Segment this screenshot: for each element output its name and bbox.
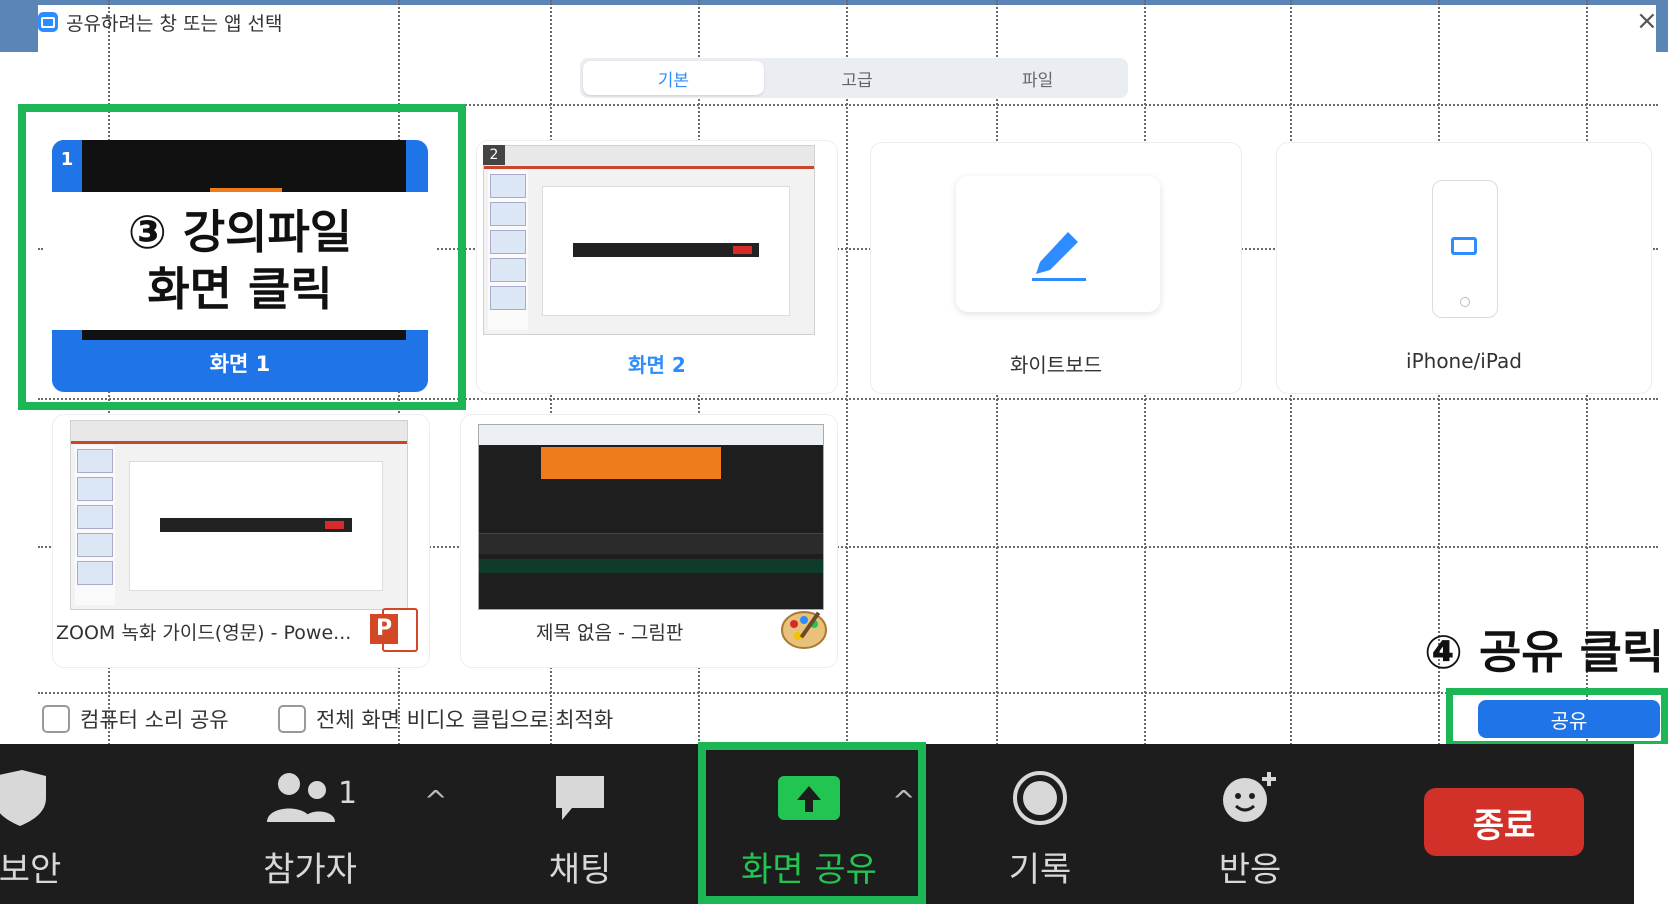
shield-icon xyxy=(0,770,60,826)
phone-preview xyxy=(1432,180,1498,318)
window-frame-top xyxy=(38,0,1668,5)
screen-number-badge: 2 xyxy=(483,145,505,165)
share-sound-checkbox[interactable] xyxy=(42,705,70,733)
optimize-video-checkbox[interactable] xyxy=(278,705,306,733)
share-sound-option[interactable]: 컴퓨터 소리 공유 xyxy=(42,704,229,734)
chat-label: 채팅 xyxy=(548,850,612,890)
powerpoint-label: ZOOM 녹화 가이드(영문) - Powe... xyxy=(56,622,352,644)
optimize-video-option[interactable]: 전체 화면 비디오 클립으로 최적화 xyxy=(278,704,613,734)
step-3-line-2: 화면 클릭 xyxy=(147,262,333,316)
tab-bar: 기본 고급 파일 xyxy=(580,58,1128,98)
pen-icon xyxy=(1032,232,1086,281)
share-button[interactable]: 공유 xyxy=(1478,700,1660,738)
palette-icon xyxy=(778,606,828,652)
security-button[interactable]: 보안 xyxy=(0,744,62,904)
end-meeting-button[interactable]: 종료 xyxy=(1424,788,1584,856)
chat-bubble-icon xyxy=(550,770,610,826)
title-bar: 공유하려는 창 또는 앱 선택 xyxy=(38,5,282,39)
window-frame-left xyxy=(0,0,38,52)
optimize-video-label: 전체 화면 비디오 클립으로 최적화 xyxy=(316,708,614,732)
reactions-label: 반응 xyxy=(1218,850,1282,890)
step-4-callout: ④ 공유 클릭 xyxy=(1424,625,1665,679)
zoom-icon xyxy=(38,12,58,32)
record-icon xyxy=(1010,770,1070,826)
whiteboard-label: 화이트보드 xyxy=(1010,353,1102,377)
close-icon[interactable]: × xyxy=(1636,6,1658,36)
paint-label: 제목 없음 - 그림판 xyxy=(536,622,684,644)
participants-caret-icon[interactable]: ^ xyxy=(424,784,447,817)
iphone-ipad-label: iPhone/iPad xyxy=(1406,349,1522,373)
step-3-callout: ③ 강의파일 화면 클릭 xyxy=(44,192,436,330)
tab-basic[interactable]: 기본 xyxy=(583,61,764,95)
source-card-screen-2[interactable]: 2 화면 2 xyxy=(476,140,838,394)
whiteboard-preview xyxy=(956,176,1160,312)
window-frame-right xyxy=(1656,0,1668,52)
reactions-icon xyxy=(1215,770,1285,826)
reactions-button[interactable]: 반응 xyxy=(1190,744,1310,904)
tab-advanced[interactable]: 고급 xyxy=(767,58,948,98)
chat-button[interactable]: 채팅 xyxy=(520,744,640,904)
tab-files[interactable]: 파일 xyxy=(947,58,1128,98)
participants-button[interactable]: 참가자 xyxy=(240,744,380,904)
record-label: 기록 xyxy=(1008,850,1072,890)
screen-2-label: 화면 2 xyxy=(628,353,686,377)
window-title: 공유하려는 창 또는 앱 선택 xyxy=(66,12,283,35)
guide-line xyxy=(846,0,848,752)
screen-2-thumbnail xyxy=(483,145,815,335)
participant-count: 1 xyxy=(338,776,358,811)
security-label: 보안 xyxy=(0,850,62,890)
record-button[interactable]: 기록 xyxy=(980,744,1100,904)
paint-thumbnail xyxy=(478,424,824,610)
powerpoint-icon: P xyxy=(370,606,418,652)
background-strip xyxy=(1634,744,1668,904)
step-3-line-1: ③ 강의파일 xyxy=(127,205,353,259)
powerpoint-thumbnail xyxy=(70,420,408,610)
airplay-icon xyxy=(1451,237,1477,255)
share-sound-label: 컴퓨터 소리 공유 xyxy=(80,708,229,732)
participants-label: 참가자 xyxy=(263,850,357,890)
share-screen-highlight xyxy=(698,742,926,904)
guide-line xyxy=(38,692,1658,694)
